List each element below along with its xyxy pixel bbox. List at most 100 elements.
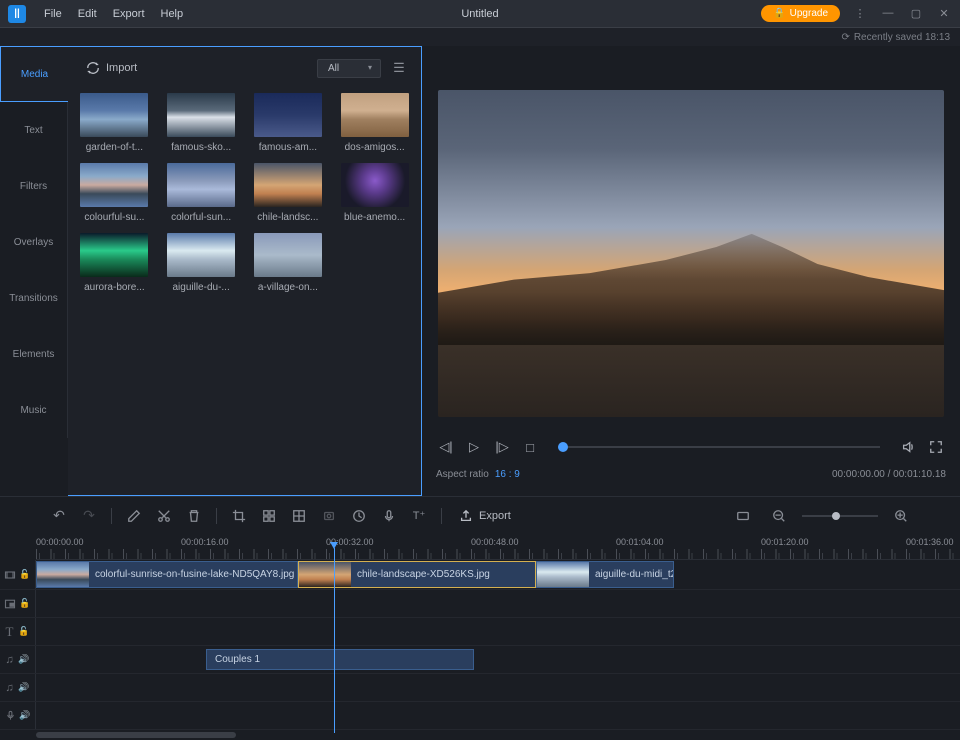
media-grid: garden-of-t... famous-sko... famous-am... d…	[80, 93, 409, 293]
timecode: 00:00:00.00 / 00:01:10.18	[832, 469, 946, 480]
clip-label: aiguille-du-midi_t20	[589, 569, 673, 580]
timeline-clip[interactable]: colorful-sunrise-on-fusine-lake-ND5QAY8.…	[36, 561, 298, 588]
voice-track-header[interactable]: 🔊	[0, 702, 36, 729]
preview-progress[interactable]	[558, 446, 880, 448]
media-item[interactable]: famous-am...	[254, 93, 323, 153]
media-thumbnail	[80, 163, 148, 207]
video-track-header[interactable]: 🔓	[0, 560, 36, 589]
media-item[interactable]: colourful-su...	[80, 163, 149, 223]
aspect-ratio[interactable]: Aspect ratio 16 : 9	[436, 469, 520, 480]
saved-icon: ⟳	[841, 32, 849, 43]
sidebar: MediaTextFiltersOverlaysTransitionsEleme…	[0, 46, 68, 496]
upgrade-button[interactable]: 🔒 Upgrade	[761, 5, 840, 22]
media-item[interactable]: famous-sko...	[167, 93, 236, 153]
media-item[interactable]: dos-amigos...	[340, 93, 409, 153]
sidebar-tab-transitions[interactable]: Transitions	[0, 270, 68, 326]
preview-video[interactable]	[438, 90, 944, 417]
scrollbar-thumb[interactable]	[36, 732, 236, 738]
aspect-value: 16 : 9	[495, 469, 520, 480]
lock-icon[interactable]: 🔓	[19, 569, 30, 580]
time-mark: 00:01:04.00	[616, 537, 664, 547]
sidebar-tab-music[interactable]: Music	[0, 382, 68, 438]
edit-icon[interactable]	[121, 503, 147, 529]
grid-icon[interactable]	[286, 503, 312, 529]
volume-icon[interactable]	[898, 437, 918, 457]
media-item[interactable]: aiguille-du-...	[167, 233, 236, 293]
zoom-controls	[730, 503, 914, 529]
more-icon[interactable]: ⋮	[852, 7, 868, 20]
sidebar-tab-elements[interactable]: Elements	[0, 326, 68, 382]
text-track-header[interactable]: T 🔓	[0, 618, 36, 645]
mute-icon[interactable]: 🔊	[18, 682, 29, 693]
music-icon: ♫	[5, 654, 13, 666]
media-filter-dropdown[interactable]: All	[317, 59, 381, 78]
menu-edit[interactable]: Edit	[70, 8, 105, 20]
delete-icon[interactable]	[181, 503, 207, 529]
voiceover-icon[interactable]	[376, 503, 402, 529]
audio-clip[interactable]: Couples 1	[206, 649, 474, 670]
clip-label: chile-landscape-XD526KS.jpg	[351, 569, 496, 580]
time-mark: 00:00:16.00	[181, 537, 229, 547]
list-view-icon[interactable]: ☰	[389, 58, 409, 78]
export-button[interactable]: Export	[451, 509, 519, 523]
zoom-in-icon[interactable]	[888, 503, 914, 529]
play-button[interactable]: ▷	[464, 437, 484, 457]
minimize-button[interactable]: —	[880, 7, 896, 20]
timeline-clip[interactable]: aiguille-du-midi_t20	[536, 561, 674, 588]
crop-icon[interactable]	[226, 503, 252, 529]
undo-button[interactable]: ↶	[46, 503, 72, 529]
timeline-clip[interactable]: chile-landscape-XD526KS.jpg	[298, 561, 536, 588]
pip-track: 🔓	[0, 590, 960, 618]
speed-icon[interactable]	[346, 503, 372, 529]
time-ruler[interactable]: 00:00:00.0000:00:16.0000:00:32.0000:00:4…	[36, 534, 960, 560]
menu-help[interactable]: Help	[153, 8, 192, 20]
text-tool-icon[interactable]: T⁺	[406, 503, 432, 529]
mute-icon[interactable]: 🔊	[19, 710, 30, 721]
menu-export[interactable]: Export	[105, 8, 153, 20]
media-thumbnail	[167, 93, 235, 137]
zoom-out-icon[interactable]	[766, 503, 792, 529]
audio-track-header[interactable]: ♫ 🔊	[0, 674, 36, 701]
mute-icon[interactable]: 🔊	[18, 654, 29, 665]
redo-button[interactable]: ↷	[76, 503, 102, 529]
media-item[interactable]: a-village-on...	[254, 233, 323, 293]
freeze-icon[interactable]	[316, 503, 342, 529]
timeline-scrollbar[interactable]	[36, 730, 960, 740]
fit-icon[interactable]	[730, 503, 756, 529]
media-item[interactable]: chile-landsc...	[254, 163, 323, 223]
prev-frame-button[interactable]: ◁|	[436, 437, 456, 457]
media-item[interactable]: garden-of-t...	[80, 93, 149, 153]
aspect-label: Aspect ratio	[436, 469, 489, 480]
lock-icon[interactable]: 🔓	[19, 598, 30, 609]
media-item[interactable]: colorful-sun...	[167, 163, 236, 223]
sidebar-tab-overlays[interactable]: Overlays	[0, 214, 68, 270]
import-button[interactable]: Import	[80, 61, 143, 75]
mosaic-icon[interactable]	[256, 503, 282, 529]
refresh-icon	[86, 61, 100, 75]
menubar: || FileEditExportHelp Untitled 🔒 Upgrade…	[0, 0, 960, 28]
media-thumbnail	[254, 93, 322, 137]
zoom-slider[interactable]	[802, 515, 878, 517]
pip-track-header[interactable]: 🔓	[0, 590, 36, 617]
maximize-button[interactable]: ▢	[908, 7, 924, 20]
video-track-icon	[4, 569, 16, 581]
stop-button[interactable]: □	[520, 437, 540, 457]
sidebar-tab-media[interactable]: Media	[0, 46, 68, 102]
next-frame-button[interactable]: |▷	[492, 437, 512, 457]
media-item[interactable]: aurora-bore...	[80, 233, 149, 293]
audio-track-header[interactable]: ♫ 🔊	[0, 646, 36, 673]
lock-icon: 🔒	[773, 8, 785, 19]
clip-thumbnail	[37, 562, 89, 587]
fullscreen-icon[interactable]	[926, 437, 946, 457]
media-label: a-village-on...	[258, 282, 318, 293]
cut-icon[interactable]	[151, 503, 177, 529]
media-item[interactable]: blue-anemo...	[340, 163, 409, 223]
close-button[interactable]: ✕	[936, 7, 952, 20]
sidebar-tab-filters[interactable]: Filters	[0, 158, 68, 214]
status-bar: ⟳ Recently saved 18:13	[0, 28, 960, 46]
lock-icon[interactable]: 🔓	[18, 626, 29, 637]
sidebar-tab-text[interactable]: Text	[0, 102, 68, 158]
media-label: famous-am...	[259, 142, 317, 153]
menu-file[interactable]: File	[36, 8, 70, 20]
progress-thumb[interactable]	[558, 442, 568, 452]
